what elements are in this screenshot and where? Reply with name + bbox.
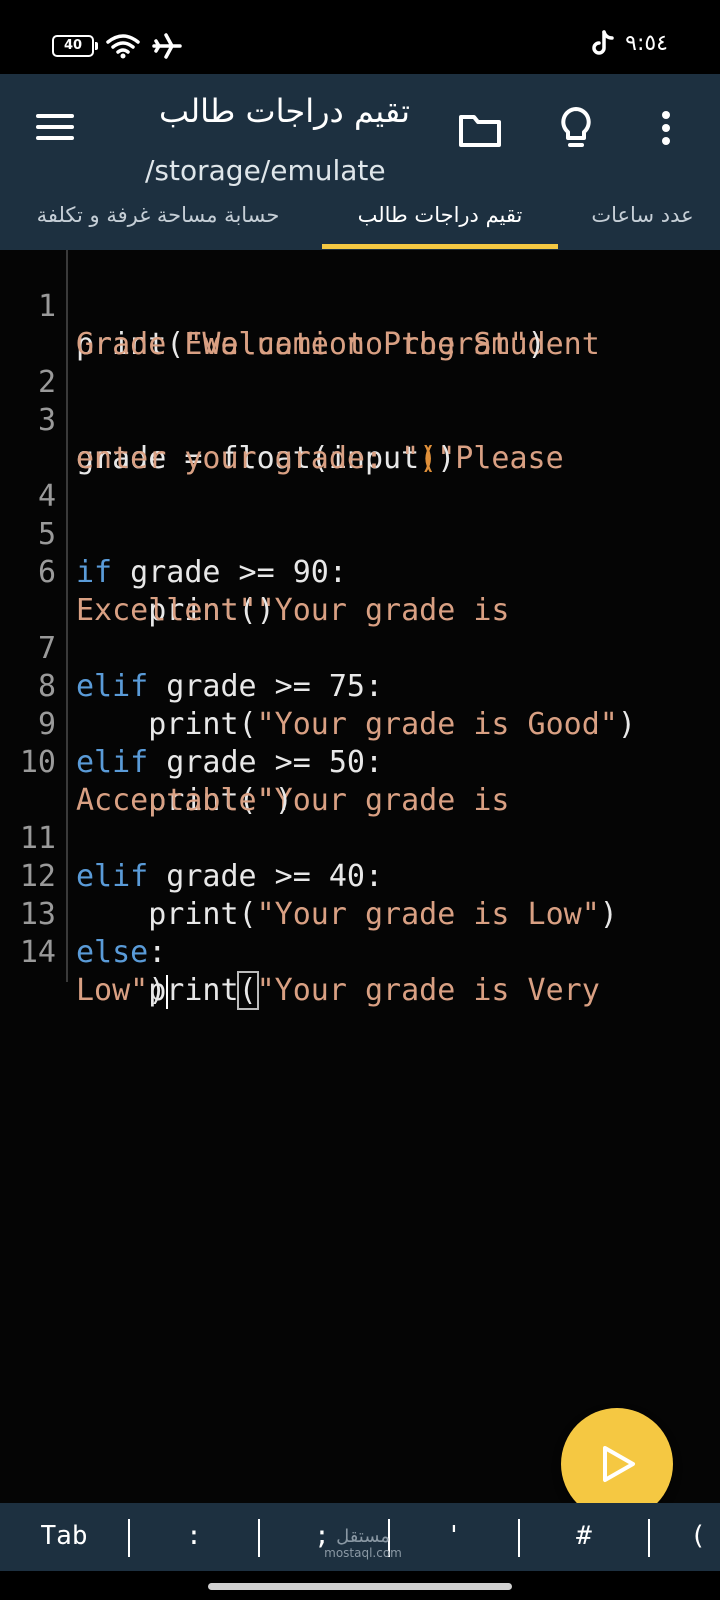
key-separator bbox=[648, 1519, 650, 1557]
tab-student-grades[interactable]: تقيم دراجات طالب bbox=[322, 186, 558, 250]
folder-icon[interactable] bbox=[458, 112, 502, 148]
code-line-14-wrap: Low") bbox=[76, 973, 169, 1009]
battery-icon: 40 bbox=[52, 35, 98, 57]
key-open-paren[interactable]: ( bbox=[676, 1503, 720, 1571]
tab-hours[interactable]: عدد ساعات bbox=[580, 186, 705, 250]
key-hash[interactable]: # bbox=[546, 1503, 622, 1571]
file-tabs: حسابة مساحة غرفة و تكلفة تقيم دراجات طال… bbox=[0, 186, 720, 250]
key-quote[interactable]: ' bbox=[416, 1503, 492, 1571]
file-title: تقيم دراجات طالب bbox=[158, 92, 410, 130]
menu-icon[interactable] bbox=[36, 114, 76, 146]
play-icon bbox=[603, 1446, 635, 1482]
key-separator bbox=[128, 1519, 130, 1557]
key-tab[interactable]: Tab bbox=[24, 1503, 104, 1571]
status-right: ٩:٥٤ bbox=[591, 30, 668, 56]
watermark-url: mostaql.com bbox=[324, 1546, 402, 1560]
file-path: /storage/emulate bbox=[145, 154, 386, 186]
battery-level: 40 bbox=[63, 38, 83, 53]
more-vert-icon[interactable] bbox=[660, 110, 672, 146]
wifi-icon bbox=[106, 34, 140, 59]
key-separator bbox=[518, 1519, 520, 1557]
app-bar: تقيم دراجات طالب /storage/emulate bbox=[0, 74, 720, 186]
tab-room-area[interactable]: حسابة مساحة غرفة و تكلفة bbox=[18, 186, 298, 250]
lightbulb-icon[interactable] bbox=[558, 106, 594, 150]
text-cursor bbox=[166, 974, 169, 1009]
navigation-bar bbox=[0, 1571, 720, 1600]
key-separator bbox=[258, 1519, 260, 1557]
watermark-logo: مستقل bbox=[336, 1526, 390, 1547]
status-bar: 40 ٩:٥٤ bbox=[0, 0, 720, 74]
clock: ٩:٥٤ bbox=[625, 30, 668, 56]
tiktok-icon bbox=[592, 30, 614, 55]
watermark: مستقل mostaql.com bbox=[318, 1526, 408, 1561]
key-colon[interactable]: : bbox=[156, 1503, 232, 1571]
airplane-icon bbox=[152, 33, 182, 59]
home-indicator[interactable] bbox=[208, 1583, 512, 1590]
code-editor[interactable]: 1 print("Welcome to the Student Grade Ev… bbox=[0, 250, 720, 1500]
status-left-icons: 40 bbox=[52, 32, 182, 60]
bracket-match-highlight: ( bbox=[236, 971, 259, 1010]
active-tab-indicator bbox=[322, 244, 558, 249]
